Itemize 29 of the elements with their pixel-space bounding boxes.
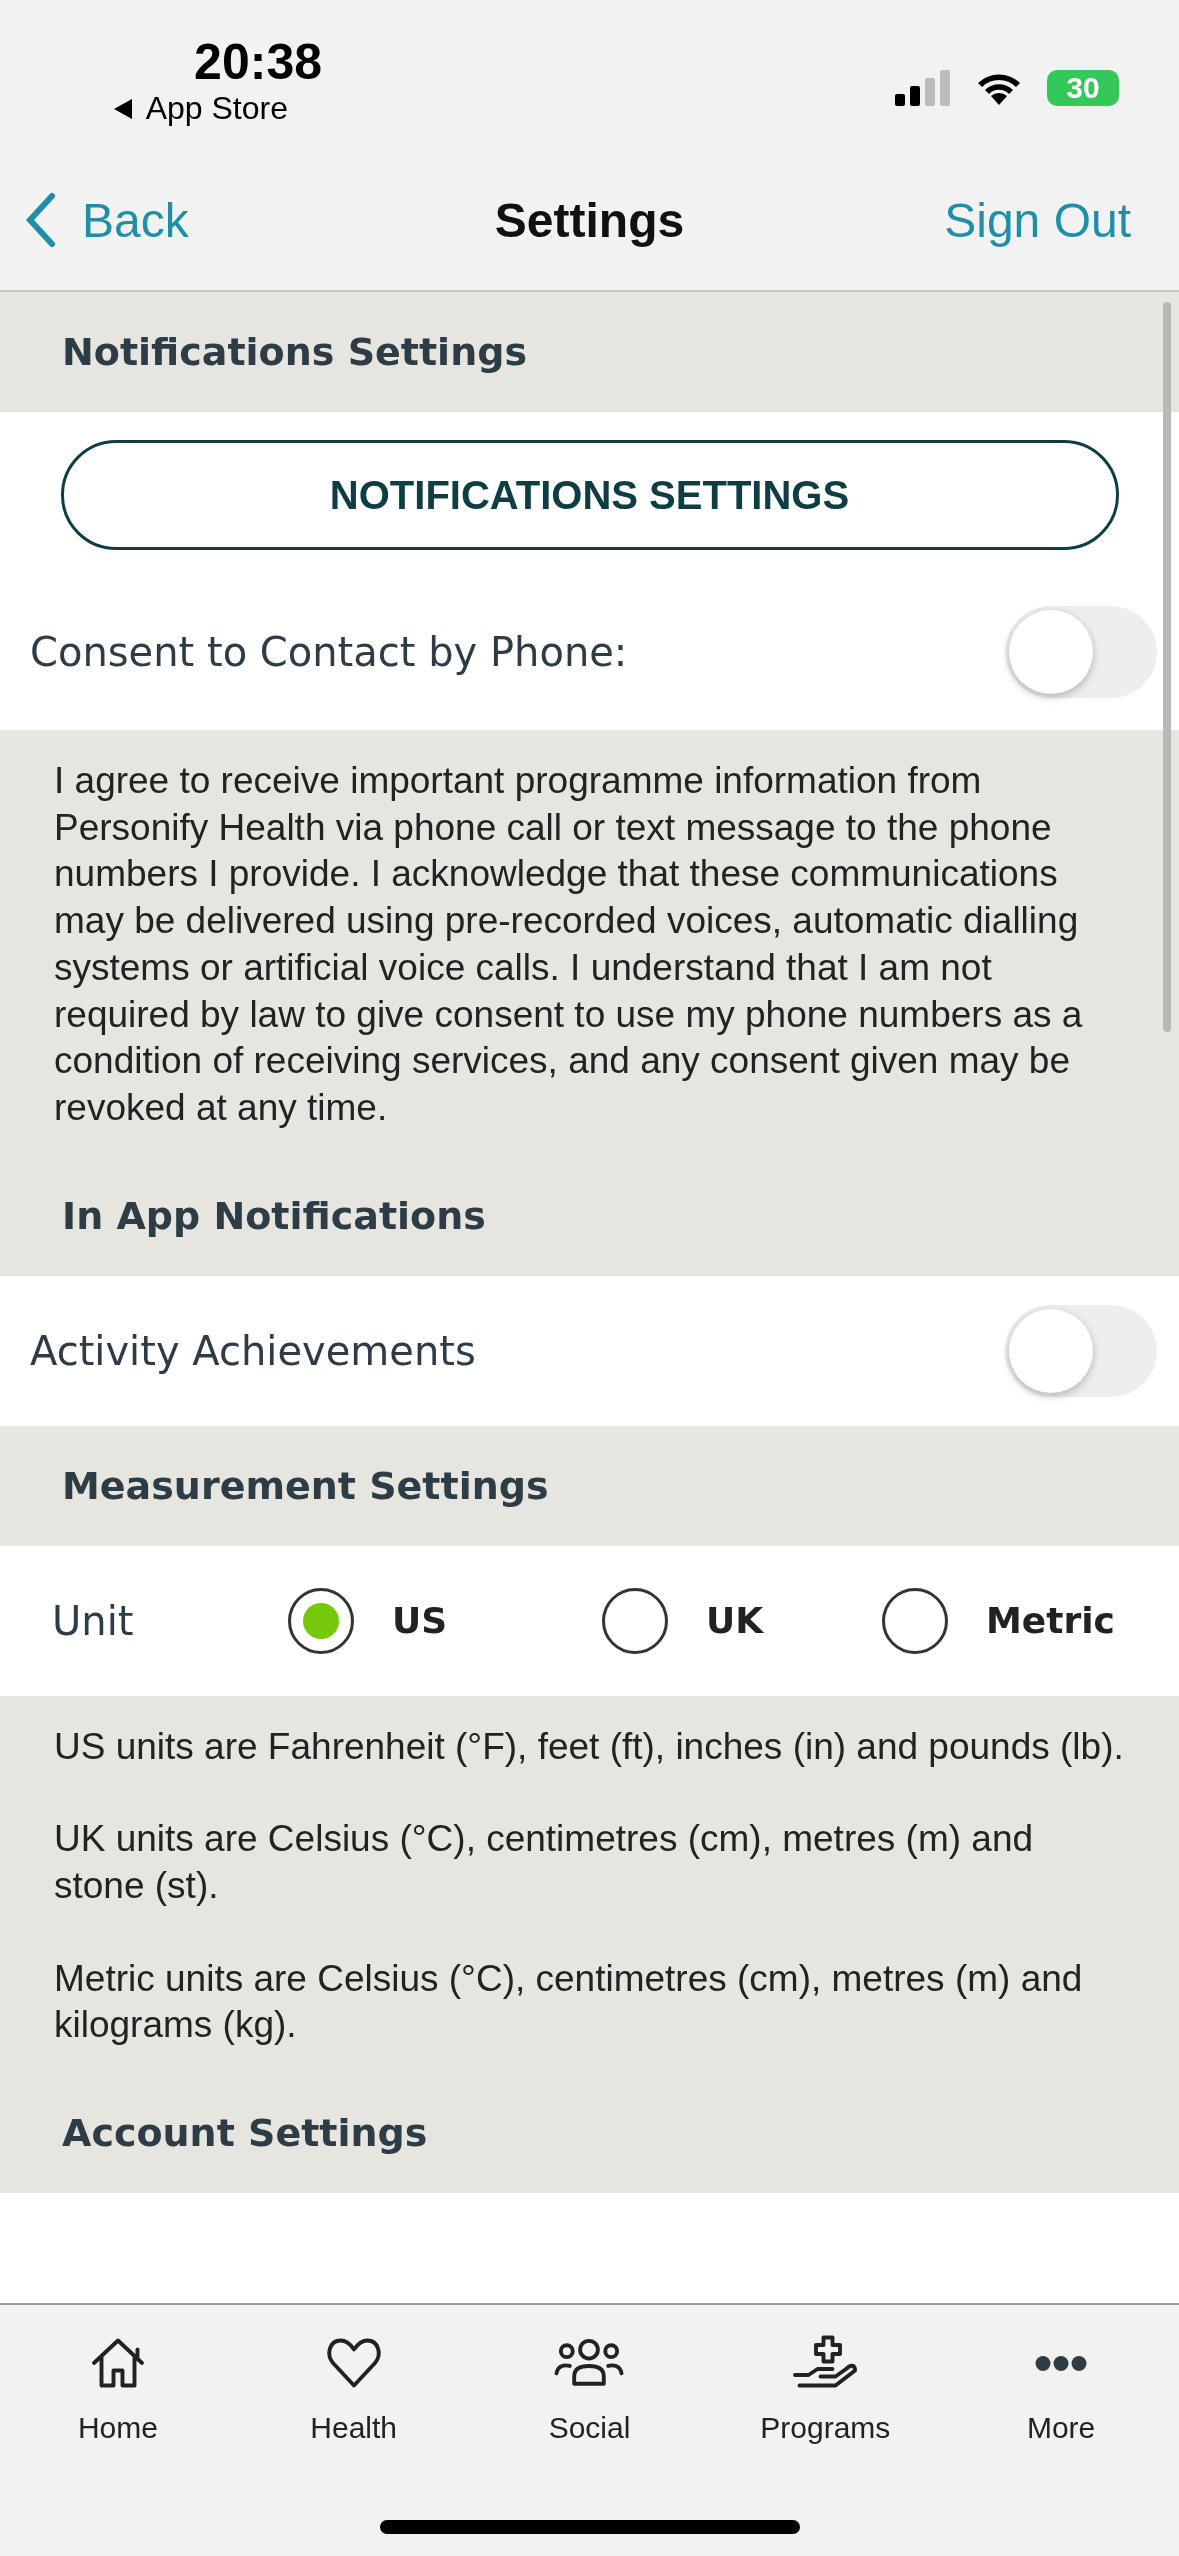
battery-indicator: 30	[1047, 70, 1119, 106]
toggle-label: Activity Achievements	[30, 1327, 476, 1374]
section-header: Notifications Settings	[62, 330, 527, 374]
section-header: In App Notifications	[62, 1193, 486, 1238]
back-to-app-link[interactable]: App Store	[111, 90, 288, 127]
info-paragraph: Metric units are Celsius (°C), centimetres (cm), metres (m) and kilograms (kg).	[54, 1956, 1084, 2048]
radio-button[interactable]	[602, 1587, 668, 1654]
section-header: Account Settings	[62, 2111, 428, 2156]
info-paragraph: US units are Fahrenheit (°F), feet (ft), inches (in) and pounds (lb).	[54, 1724, 1125, 1769]
radio-button[interactable]	[882, 1587, 948, 1654]
info-paragraph: UK units are Celsius (°C), centimetres (cm), metres (m) and stone (st).	[54, 1817, 1035, 1909]
radio-button[interactable]	[288, 1587, 354, 1654]
radio-option[interactable]: Metric	[882, 1587, 1115, 1654]
radio-option[interactable]: US	[288, 1587, 448, 1654]
section-header: Measurement Settings	[62, 1463, 549, 1508]
radio-option[interactable]: UK	[602, 1587, 764, 1654]
chevron-left-icon	[24, 192, 58, 248]
unit-label: Unit	[52, 1597, 135, 1644]
toggle-label: Consent to Contact by Phone:	[30, 629, 628, 675]
tab-bar-item[interactable]: Health	[235, 2305, 472, 2446]
screen-title: Settings	[494, 192, 685, 248]
signal-icon	[895, 68, 951, 108]
status-time: 20:38	[194, 34, 322, 90]
tab-bar-item[interactable]: Social	[471, 2305, 708, 2446]
notifications-settings-button[interactable]: NOTIFICATIONS SETTINGS	[60, 440, 1119, 550]
tab-bar-item[interactable]: Home	[0, 2305, 236, 2446]
info-paragraph: I agree to receive important programme information from Personify Health via phone call or text message to the phone numbers I provide. I acknowledge that these communications may be delivered using pre-recorded voices, automatic dialling systems or artificial voice calls. I understand that I am not required by law to give consent to use my phone numbers as a condition of receiving services, and any consent given may be revoked at any time.	[54, 759, 1084, 1130]
tab-bar-item[interactable]: Programs	[707, 2305, 944, 2446]
tab-bar-item[interactable]: More	[943, 2305, 1179, 2446]
